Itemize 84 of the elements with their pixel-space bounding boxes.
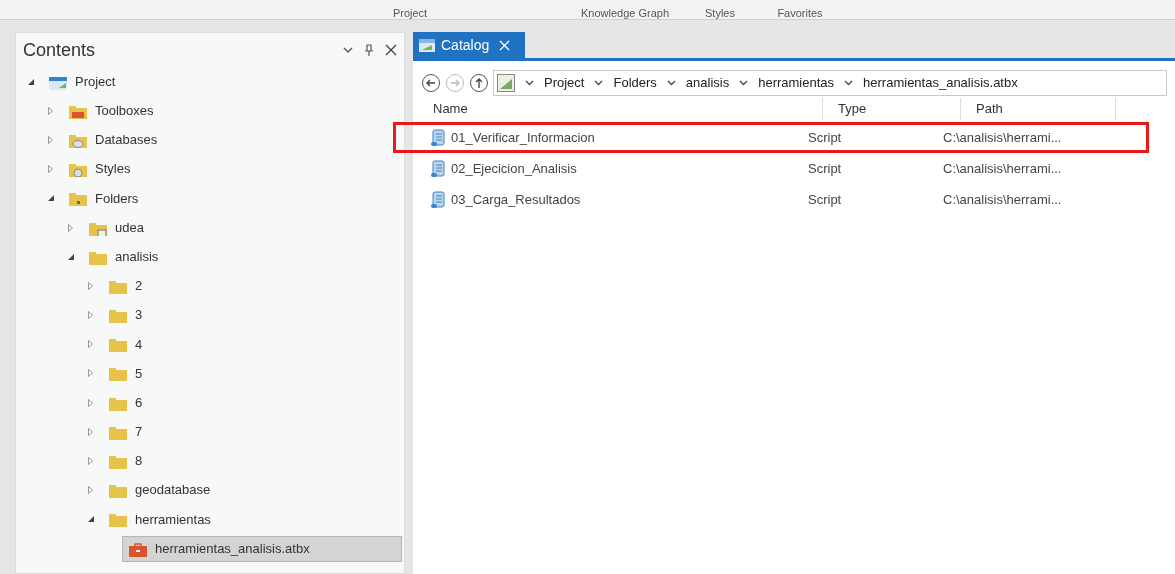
collapsed-caret-icon[interactable]: [88, 340, 93, 349]
collapsed-caret-icon[interactable]: [88, 281, 93, 290]
collapsed-caret-icon[interactable]: [88, 369, 93, 378]
script-icon: [431, 128, 445, 147]
collapsed-caret-icon[interactable]: [48, 135, 53, 144]
style-folder-icon: [69, 161, 87, 178]
tree-item[interactable]: 4: [102, 331, 148, 358]
ribbon-group-label: Knowledge Graph: [579, 7, 671, 19]
breadcrumb-link[interactable]: herramientas: [758, 73, 835, 93]
pin-icon[interactable]: [365, 44, 373, 56]
tree-item[interactable]: herramientas_analisis.atbx: [122, 535, 402, 562]
tree-item[interactable]: Toolboxes: [62, 97, 159, 124]
script-icon: [431, 159, 445, 178]
column-header[interactable]: Path: [961, 98, 1116, 120]
table-cell-text: C:\analisis\herrami...: [943, 159, 1063, 178]
collapsed-caret-icon[interactable]: [88, 427, 93, 436]
table-cell-text: C:\analisis\herrami...: [943, 190, 1063, 209]
expanded-caret-icon[interactable]: [68, 253, 74, 260]
collapsed-caret-icon[interactable]: [48, 165, 53, 174]
column-header[interactable]: Name: [428, 98, 823, 120]
folder-icon: [69, 190, 87, 207]
table-row[interactable]: 02_Ejecicion_Analisis Script C:\analisis\herrami...: [393, 153, 1149, 184]
tree-item[interactable]: 2: [102, 272, 148, 299]
tree-item[interactable]: udea: [82, 214, 149, 241]
folder-icon: [109, 365, 127, 382]
chevron-down-icon[interactable]: [844, 80, 854, 86]
back-icon[interactable]: [421, 73, 441, 93]
table-cell-text: 02_Ejecicion_Analisis: [451, 159, 577, 178]
table-cell-text: Script: [808, 159, 843, 178]
collapsed-caret-icon[interactable]: [88, 457, 93, 466]
expanded-caret-icon[interactable]: [88, 516, 94, 523]
catalog-icon: [419, 38, 435, 52]
folder-icon: [109, 482, 127, 499]
project-icon: [497, 74, 515, 92]
chevron-down-icon[interactable]: [343, 46, 353, 54]
column-header[interactable]: Type: [823, 98, 961, 120]
breadcrumb-link[interactable]: analisis: [685, 73, 730, 93]
table-cell-text: 03_Carga_Resultados: [451, 190, 581, 209]
up-icon[interactable]: [469, 73, 489, 93]
tree-item[interactable]: Databases: [62, 126, 163, 153]
folder-icon: [109, 336, 127, 353]
catalog-tab[interactable]: Catalog: [413, 32, 525, 58]
table-cell-text: C:\analisis\herrami...: [943, 128, 1063, 147]
table-row[interactable]: 03_Carga_Resultados Script C:\analisis\herrami...: [393, 184, 1149, 215]
table-row[interactable]: 01_Verificar_Informacion Script C:\analisis\herrami...: [393, 122, 1149, 153]
collapsed-caret-icon[interactable]: [48, 106, 53, 115]
chevron-down-icon[interactable]: [525, 80, 534, 86]
table-cell-text: Script: [808, 128, 843, 147]
toolbox-icon: [129, 540, 147, 557]
tree-item[interactable]: 3: [102, 302, 148, 329]
chevron-down-icon[interactable]: [666, 80, 676, 86]
tree-item[interactable]: analisis: [82, 243, 164, 270]
collapsed-caret-icon[interactable]: [88, 398, 93, 407]
ribbon-group-label: Project: [391, 7, 429, 19]
folder-icon: [109, 453, 127, 470]
tree-item[interactable]: Project: [42, 68, 121, 95]
ribbon-group-label: Styles: [704, 7, 736, 19]
breadcrumb-link[interactable]: Project: [544, 73, 585, 93]
table-cell-text: 01_Verificar_Informacion: [451, 128, 595, 147]
pane-title: Contents: [23, 38, 97, 62]
breadcrumb-link[interactable]: herramientas_analisis.atbx: [863, 73, 1018, 93]
tree-item[interactable]: Folders: [62, 185, 144, 212]
close-icon[interactable]: [385, 44, 397, 56]
folder-icon: [109, 511, 127, 528]
ribbon-group-label: Favorites: [776, 7, 824, 19]
folder-icon: [109, 307, 127, 324]
chevron-down-icon[interactable]: [594, 80, 604, 86]
expanded-caret-icon[interactable]: [48, 195, 54, 202]
tree-item[interactable]: 8: [102, 448, 148, 475]
tree-item[interactable]: herramientas: [102, 506, 216, 533]
tree-item[interactable]: geodatabase: [102, 477, 216, 504]
collapsed-caret-icon[interactable]: [88, 486, 93, 495]
chevron-down-icon[interactable]: [739, 80, 749, 86]
table-cell-text: Script: [808, 190, 843, 209]
tree-item[interactable]: 7: [102, 418, 148, 445]
tree-item[interactable]: Styles: [62, 156, 136, 183]
tree-item[interactable]: 6: [102, 389, 148, 416]
expanded-caret-icon[interactable]: [28, 78, 34, 85]
address-bar[interactable]: Project Folders analisis herramientas herramientas_analisis.atbx: [493, 70, 1167, 96]
collapsed-caret-icon[interactable]: [68, 223, 73, 232]
script-icon: [431, 190, 445, 209]
breadcrumb-link[interactable]: Folders: [613, 73, 657, 93]
tree-item[interactable]: 5: [102, 360, 148, 387]
collapsed-caret-icon[interactable]: [88, 311, 93, 320]
